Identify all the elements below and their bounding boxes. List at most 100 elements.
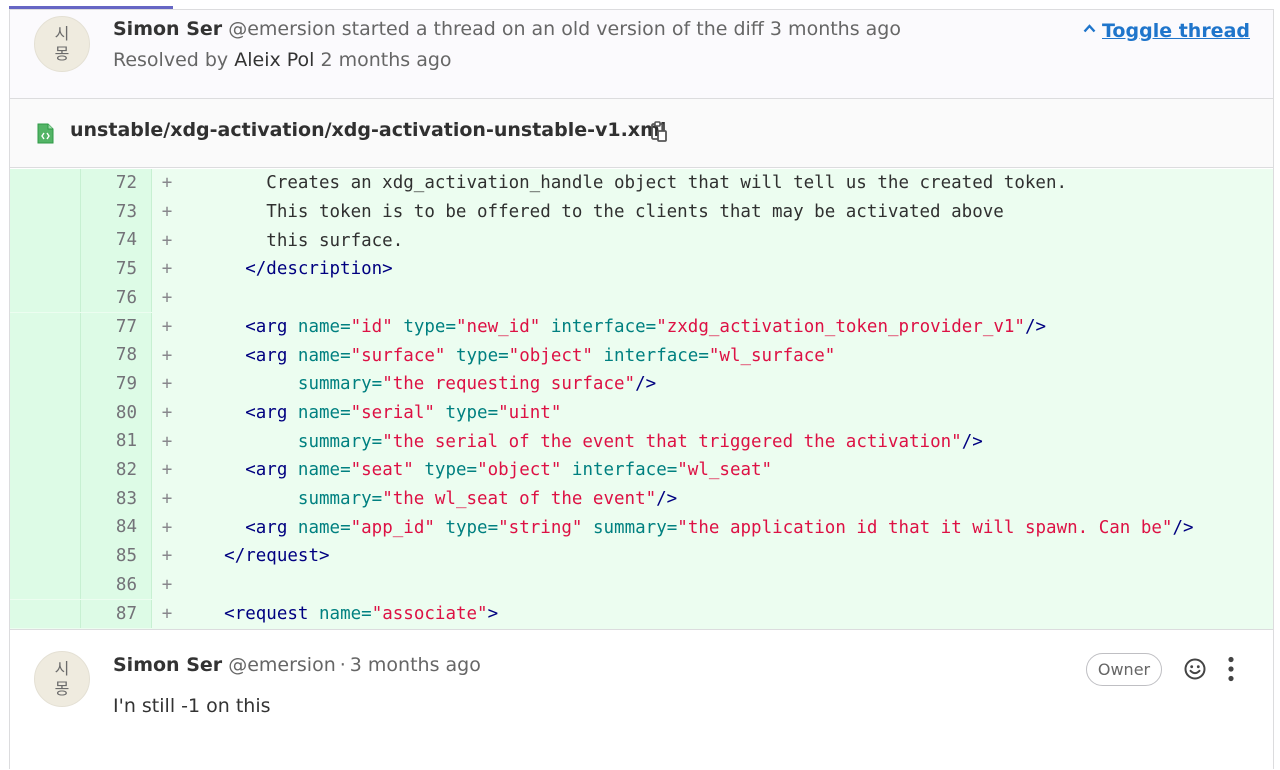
- diff-line: 80 + <arg name="serial" type="uint": [10, 398, 1273, 428]
- code-token: "new_id": [456, 316, 541, 337]
- diff-code: </request>: [182, 546, 330, 567]
- diff-sign: +: [161, 575, 173, 596]
- new-line-number[interactable]: 80: [81, 398, 152, 428]
- avatar[interactable]: 시 몽: [34, 16, 90, 72]
- new-line-number[interactable]: 86: [81, 570, 152, 600]
- code-token: interface=: [603, 345, 709, 366]
- code-token: summary=: [297, 489, 383, 510]
- author-handle[interactable]: @emersion: [228, 18, 336, 40]
- copy-to-clipboard-icon[interactable]: [650, 121, 668, 143]
- avatar-char: 몽: [54, 44, 70, 63]
- diff-code: <arg name="surface" type="object" interf…: [182, 346, 835, 366]
- toggle-thread-button[interactable]: Toggle thread: [1083, 20, 1250, 42]
- resolved-time: 2 months ago: [320, 49, 452, 71]
- code-token: "surface": [350, 345, 446, 366]
- resolved-status: Resolved by Aleix Pol 2 months ago: [113, 49, 452, 71]
- resolved-prefix: Resolved by: [113, 49, 229, 71]
- diff-code: Creates an xdg_activation_handle object …: [182, 173, 1067, 193]
- old-line-number[interactable]: [10, 398, 81, 428]
- code-token: "the serial of the event that triggered …: [382, 431, 962, 452]
- smiley-icon[interactable]: [1183, 657, 1207, 681]
- new-line-number[interactable]: 72: [81, 169, 152, 198]
- kebab-menu-icon[interactable]: [1226, 656, 1236, 682]
- new-line-number[interactable]: 77: [81, 312, 152, 342]
- thread-action-text: started a thread on an old version of th…: [341, 18, 901, 40]
- diff-line: 73 + This token is to be offered to the c…: [10, 197, 1273, 227]
- new-line-number[interactable]: 83: [81, 484, 152, 514]
- new-line-number[interactable]: 74: [81, 226, 152, 256]
- old-line-number[interactable]: [10, 599, 81, 629]
- code-token: />: [635, 374, 657, 395]
- new-line-number[interactable]: 75: [81, 255, 152, 284]
- code-token: "object": [477, 460, 562, 481]
- old-line-number[interactable]: [10, 312, 81, 342]
- diff-line: 84 + <arg name="app_id" type="string" sum…: [10, 513, 1273, 543]
- diff-line: 87 + <request name="associate">: [10, 599, 1273, 629]
- old-line-number[interactable]: [10, 255, 81, 284]
- new-line-number[interactable]: 85: [81, 542, 152, 571]
- diff-line: 74 + this surface.: [10, 226, 1273, 256]
- old-line-number[interactable]: [10, 169, 81, 198]
- avatar[interactable]: 시 몽: [34, 651, 90, 707]
- new-line-number[interactable]: 82: [81, 456, 152, 485]
- diff-code: summary="the serial of the event that tr…: [182, 432, 983, 452]
- code-token: <arg: [245, 345, 288, 366]
- file-path-link[interactable]: unstable/xdg-activation/xdg-activation-u…: [70, 119, 666, 141]
- old-line-number[interactable]: [10, 197, 81, 227]
- new-line-number[interactable]: 76: [81, 283, 152, 313]
- diff-sign: +: [161, 202, 173, 223]
- diff-line: 77 + <arg name="id" type="new_id" interfa…: [10, 312, 1273, 342]
- diff-code: <request name="associate">: [182, 604, 498, 624]
- comment-body: I'n still -1 on this: [113, 695, 271, 717]
- code-token: <arg: [245, 517, 288, 538]
- new-line-number[interactable]: 84: [81, 513, 152, 543]
- diff-line: 79 + summary="the requesting surface"/>: [10, 369, 1273, 399]
- code-token: type=: [445, 517, 499, 538]
- code-token: type=: [403, 316, 456, 337]
- old-line-number[interactable]: [10, 513, 81, 543]
- new-line-number[interactable]: 79: [81, 369, 152, 399]
- code-token: interface=: [571, 460, 678, 481]
- author-name[interactable]: Simon Ser: [113, 654, 222, 676]
- diff-line: 85 + </request>: [10, 542, 1273, 571]
- new-line-number[interactable]: 87: [81, 599, 152, 629]
- thread-comment: 시 몽 Simon Ser @emersion · 3 months ago I'n…: [10, 630, 1273, 770]
- old-line-number[interactable]: [10, 542, 81, 571]
- old-line-number[interactable]: [10, 427, 81, 456]
- comment-time[interactable]: 3 months ago: [350, 654, 481, 676]
- code-token: </request>: [224, 546, 330, 567]
- old-line-number[interactable]: [10, 369, 81, 399]
- new-line-number[interactable]: 78: [81, 341, 152, 370]
- new-line-number[interactable]: 73: [81, 197, 152, 227]
- code-token: name=: [319, 603, 372, 624]
- old-line-number[interactable]: [10, 226, 81, 256]
- code-token: name=: [297, 316, 351, 337]
- file-code-icon: [37, 123, 54, 144]
- code-token: <arg: [245, 316, 288, 337]
- old-line-number[interactable]: [10, 484, 81, 514]
- author-name[interactable]: Simon Ser: [113, 18, 222, 40]
- old-line-number[interactable]: [10, 570, 81, 600]
- old-line-number[interactable]: [10, 456, 81, 485]
- code-token: "serial": [350, 402, 435, 423]
- diff-line: 76 +: [10, 283, 1273, 313]
- diff-sign: +: [161, 546, 173, 567]
- resolved-by-user[interactable]: Aleix Pol: [234, 49, 314, 71]
- new-line-number[interactable]: 81: [81, 427, 152, 456]
- author-handle[interactable]: @emersion: [228, 654, 336, 676]
- code-token: <arg: [245, 460, 288, 481]
- code-token: "the application id that it will spawn. …: [677, 517, 1173, 538]
- code-token: "the wl_seat of the event": [382, 489, 657, 510]
- old-line-number[interactable]: [10, 283, 81, 313]
- old-line-number[interactable]: [10, 341, 81, 370]
- code-token: type=: [445, 402, 499, 423]
